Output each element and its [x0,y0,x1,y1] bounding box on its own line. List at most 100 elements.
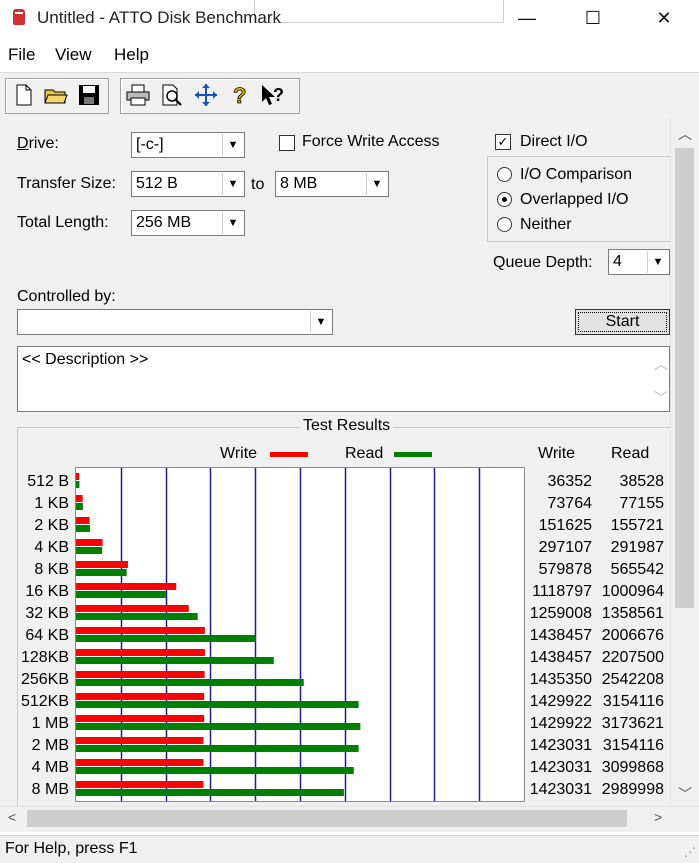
transfer-from-value: 512 B [136,175,178,192]
maximize-button[interactable]: ☐ [570,0,616,36]
desc-scroll-up-icon[interactable]: ︿ [654,354,668,374]
row-label: 4 MB [31,759,69,776]
read-bar [76,679,304,686]
row-label: 4 KB [34,539,69,556]
write-bar [76,561,128,568]
horizontal-scroll-thumb[interactable] [27,810,627,827]
read-bar [76,789,344,796]
results-chart-svg [76,468,481,801]
chevron-down-icon[interactable]: ▼ [222,173,243,195]
results-chart [75,467,525,802]
resize-grip-icon[interactable]: ⋰ [684,845,696,859]
print-preview-button[interactable] [158,80,186,110]
write-bar [76,539,103,546]
force-write-checkbox[interactable] [279,135,295,151]
controlled-by-label: Controlled by: [17,288,116,305]
total-length-value: 256 MB [136,214,192,231]
total-length-combo[interactable]: 256 MB ▼ [131,210,245,236]
window-title: Untitled - ATTO Disk Benchmark [37,8,282,27]
open-folder-icon [44,89,68,104]
row-label: 512 B [27,473,69,490]
chevron-down-icon[interactable]: ▼ [310,311,331,333]
context-help-button[interactable]: ? [260,80,288,110]
neither-label: Neither [520,216,572,233]
row-label: 128KB [20,649,69,666]
start-button[interactable]: Start [575,309,670,335]
io-comparison-label: I/O Comparison [520,166,633,183]
menu-file[interactable]: File [8,45,35,65]
write-value: 1423031 [529,759,592,776]
transfer-to-combo[interactable]: 8 MB ▼ [275,171,389,197]
write-value: 151625 [538,517,592,534]
to-label: to [251,176,265,193]
close-icon: ✕ [656,7,672,28]
print-button[interactable] [124,80,152,110]
write-bar [76,693,205,700]
write-value: 1118797 [532,583,592,600]
row-label: 512KB [20,693,69,710]
menu-view[interactable]: View [55,45,92,65]
drive-label: Drive: [17,135,59,152]
open-button[interactable] [42,80,70,110]
direct-io-checkbox[interactable]: ✓ [495,134,511,150]
chevron-down-icon[interactable]: ▼ [222,212,243,234]
read-bar [76,657,274,664]
read-value: 2006676 [601,627,664,644]
printer-icon [126,84,150,106]
svg-text:?: ? [273,85,284,105]
row-label: 64 KB [25,627,69,644]
chevron-down-icon[interactable]: ▼ [222,134,243,156]
legend-read-swatch [394,452,432,457]
overlapped-io-label: Overlapped I/O [520,191,629,208]
row-label: 1 MB [31,715,69,732]
transfer-from-combo[interactable]: 512 B ▼ [131,171,245,197]
move-arrows-icon [195,84,217,106]
menu-help[interactable]: Help [114,45,149,65]
write-value: 579878 [538,561,592,578]
read-value: 3154116 [602,737,664,754]
read-bar [76,613,198,620]
read-value: 2542208 [601,671,664,688]
write-bar [76,605,189,612]
description-text: << Description >> [22,351,149,368]
read-value: 2207500 [601,649,664,666]
legend-write-label: Write [220,445,258,462]
new-button[interactable] [10,80,38,110]
write-bar [76,781,204,788]
neither-radio[interactable] [497,217,512,232]
maximize-icon: ☐ [584,7,602,28]
vertical-scroll-thumb[interactable] [675,148,694,608]
queue-depth-value: 4 [613,253,622,270]
scroll-right-icon[interactable]: > [654,809,662,825]
scroll-down-icon[interactable]: ﹀ [678,784,692,804]
scroll-left-icon[interactable]: < [8,809,16,825]
read-bar [76,525,90,532]
read-value: 3173621 [601,715,664,732]
desc-scroll-down-icon[interactable]: ﹀ [654,388,668,408]
controlled-by-combo[interactable]: ▼ [17,309,333,335]
chevron-down-icon[interactable]: ▼ [647,251,668,273]
read-value: 38528 [619,473,665,490]
legend-write-swatch [270,452,308,457]
overlapped-io-radio[interactable] [497,192,512,207]
save-button[interactable] [75,80,103,110]
chevron-down-icon[interactable]: ▼ [366,173,387,195]
move-button[interactable] [192,80,220,110]
status-text: For Help, press F1 [5,840,138,857]
print-preview-icon [162,84,182,106]
write-value: 1435350 [529,671,592,688]
help-button[interactable]: ? [226,80,254,110]
close-button[interactable]: ✕ [641,0,687,36]
write-bar [76,737,204,744]
new-file-icon [16,84,32,106]
queue-depth-combo[interactable]: 4 ▼ [608,249,670,275]
radio-selected-dot [502,197,507,202]
minimize-button[interactable]: — [504,0,550,36]
io-comparison-radio[interactable] [497,167,512,182]
legend-read-label: Read [345,445,384,462]
app-icon [13,9,25,25]
scroll-up-icon[interactable]: ︿ [678,124,692,144]
direct-io-label: Direct I/O [520,133,588,150]
drive-combo[interactable]: [-c-] ▼ [131,132,245,158]
write-value: 36352 [547,473,593,490]
